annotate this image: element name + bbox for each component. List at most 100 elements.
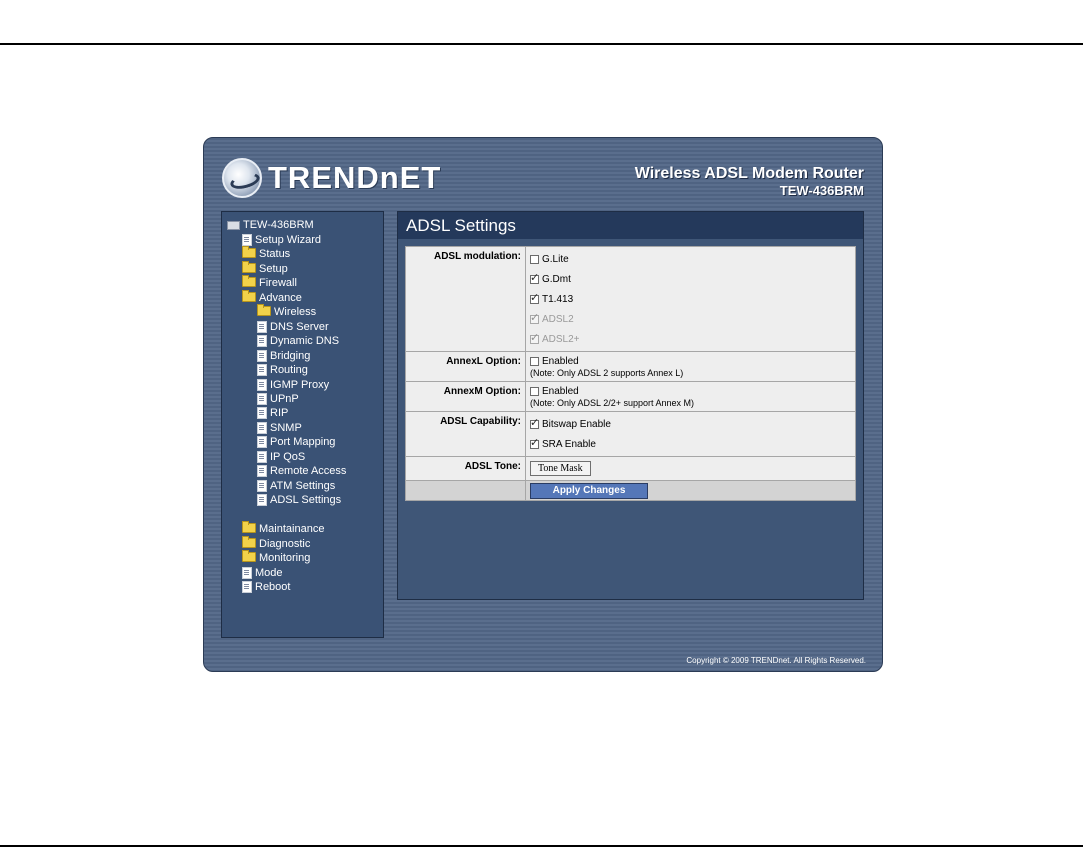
router-admin-window: TRENDnET Wireless ADSL Modem Router TEW-… — [203, 137, 883, 672]
content-panel: ADSL Settings ADSL modulation: G.Lite G.… — [397, 211, 864, 600]
doc-icon — [257, 451, 267, 463]
sidebar-item-label: Advance — [259, 292, 302, 304]
annexl-row: AnnexL Option: Enabled (Note: Only ADSL … — [405, 351, 856, 382]
modulation-row: ADSL modulation: G.Lite G.Dmt T1.413 ADS… — [405, 246, 856, 352]
doc-icon — [257, 465, 267, 477]
sidebar-item-monitoring[interactable]: Monitoring — [242, 550, 310, 565]
doc-icon — [257, 494, 267, 506]
sidebar-item-remote-access[interactable]: Remote Access — [257, 464, 346, 478]
sidebar-item-reboot[interactable]: Reboot — [242, 580, 290, 594]
product-heading: Wireless ADSL Modem Router TEW-436BRM — [635, 165, 864, 199]
sidebar-item-ip-qos[interactable]: IP QoS — [257, 450, 305, 464]
adsl2-checkbox — [530, 311, 539, 324]
doc-icon — [257, 480, 267, 492]
sidebar-item-label: RIP — [270, 407, 289, 419]
sidebar-item-dns-server[interactable]: DNS Server — [257, 320, 329, 334]
capability-options: Bitswap Enable SRA Enable — [525, 411, 856, 457]
modulation-glite[interactable]: G.Lite — [530, 249, 851, 269]
tone-value: Tone Mask — [525, 456, 856, 481]
sidebar-item-label: Wireless — [274, 306, 317, 318]
sra-checkbox[interactable] — [530, 436, 539, 449]
sra-option[interactable]: SRA Enable — [530, 434, 851, 454]
modulation-label: ADSL modulation: — [405, 246, 526, 352]
annexm-label: AnnexM Option: — [405, 381, 526, 412]
sidebar-item-adsl-settings[interactable]: ADSL Settings — [257, 493, 341, 507]
copyright-text: Copyright © 2009 TRENDnet. All Rights Re… — [686, 656, 866, 665]
adsl2plus-label: ADSL2+ — [542, 333, 580, 345]
t1413-checkbox[interactable] — [530, 291, 539, 304]
gdmt-label: G.Dmt — [542, 273, 571, 285]
folder-icon — [242, 536, 256, 548]
tone-label: ADSL Tone: — [405, 456, 526, 481]
sidebar-item-maintainance[interactable]: Maintainance — [242, 521, 324, 536]
sidebar-item-igmp-proxy[interactable]: IGMP Proxy — [257, 378, 329, 392]
doc-icon — [257, 321, 267, 333]
product-model: TEW-436BRM — [779, 183, 864, 198]
sidebar-item-diagnostic[interactable]: Diagnostic — [242, 536, 311, 551]
sidebar-item-label: SNMP — [270, 422, 302, 434]
sidebar: TEW-436BRM Setup Wizard Status Setup Fir… — [221, 211, 384, 638]
annexl-checkbox[interactable] — [530, 356, 539, 366]
sidebar-item-setup-wizard[interactable]: Setup Wizard — [242, 233, 321, 247]
nav-root[interactable]: TEW-436BRM — [227, 218, 314, 232]
sidebar-item-status[interactable]: Status — [242, 246, 291, 261]
annexl-enabled[interactable]: Enabled — [530, 354, 851, 368]
modulation-adsl2: ADSL2 — [530, 309, 851, 329]
sidebar-item-atm-settings[interactable]: ATM Settings — [257, 479, 335, 493]
sidebar-item-routing[interactable]: Routing — [257, 363, 308, 377]
tone-mask-button[interactable]: Tone Mask — [530, 461, 591, 476]
folder-icon — [257, 304, 271, 316]
sidebar-item-label: Mode — [255, 567, 283, 579]
annexm-value: Enabled (Note: Only ADSL 2/2+ support An… — [525, 381, 856, 412]
annexl-value: Enabled (Note: Only ADSL 2 supports Anne… — [525, 351, 856, 382]
modulation-adsl2plus: ADSL2+ — [530, 329, 851, 349]
doc-icon — [257, 364, 267, 376]
doc-icon — [257, 335, 267, 347]
bitswap-option[interactable]: Bitswap Enable — [530, 414, 851, 434]
sidebar-item-snmp[interactable]: SNMP — [257, 421, 302, 435]
adsl2plus-checkbox — [530, 331, 539, 344]
sidebar-item-label: Reboot — [255, 581, 291, 593]
modulation-gdmt[interactable]: G.Dmt — [530, 269, 851, 289]
doc-icon — [257, 436, 267, 448]
annexl-label: AnnexL Option: — [405, 351, 526, 382]
folder-icon — [242, 246, 256, 258]
t1413-label: T1.413 — [542, 293, 574, 305]
apply-changes-button[interactable]: Apply Changes — [530, 483, 648, 499]
sidebar-item-upnp[interactable]: UPnP — [257, 392, 299, 406]
gdmt-checkbox[interactable] — [530, 271, 539, 284]
sidebar-item-label: Diagnostic — [259, 538, 311, 550]
capability-row: ADSL Capability: Bitswap Enable SRA Enab… — [405, 411, 856, 457]
folder-icon — [242, 521, 256, 533]
annexm-enabled-label: Enabled — [542, 385, 579, 397]
tone-row: ADSL Tone: Tone Mask — [405, 456, 856, 481]
doc-icon — [257, 393, 267, 405]
modulation-t1413[interactable]: T1.413 — [530, 289, 851, 309]
annexm-enabled[interactable]: Enabled — [530, 384, 851, 398]
sidebar-item-label: Setup — [259, 263, 288, 275]
sidebar-item-label: Port Mapping — [270, 436, 336, 448]
folder-icon — [242, 550, 256, 562]
sidebar-item-port-mapping[interactable]: Port Mapping — [257, 435, 335, 449]
sidebar-item-rip[interactable]: RIP — [257, 406, 288, 420]
doc-icon — [257, 379, 267, 391]
sidebar-item-bridging[interactable]: Bridging — [257, 349, 310, 363]
sidebar-item-mode[interactable]: Mode — [242, 566, 283, 580]
trendnet-logo-icon — [222, 158, 262, 198]
annexm-checkbox[interactable] — [530, 386, 539, 396]
sidebar-item-dynamic-dns[interactable]: Dynamic DNS — [257, 334, 339, 348]
doc-icon — [257, 350, 267, 362]
sidebar-item-label: UPnP — [270, 393, 299, 405]
sidebar-item-firewall[interactable]: Firewall — [242, 275, 297, 290]
sidebar-item-setup[interactable]: Setup — [242, 261, 288, 276]
sidebar-item-label: Firewall — [259, 277, 297, 289]
sidebar-item-label: DNS Server — [270, 321, 329, 333]
sidebar-item-wireless[interactable]: Wireless — [257, 304, 317, 319]
bitswap-checkbox[interactable] — [530, 416, 539, 429]
sidebar-item-label: Bridging — [270, 350, 311, 362]
sidebar-item-label: Status — [259, 248, 291, 260]
sidebar-item-advance[interactable]: Advance — [242, 290, 302, 305]
glite-label: G.Lite — [542, 253, 569, 265]
trendnet-logo: TRENDnET — [222, 156, 441, 200]
glite-checkbox[interactable] — [530, 254, 539, 264]
